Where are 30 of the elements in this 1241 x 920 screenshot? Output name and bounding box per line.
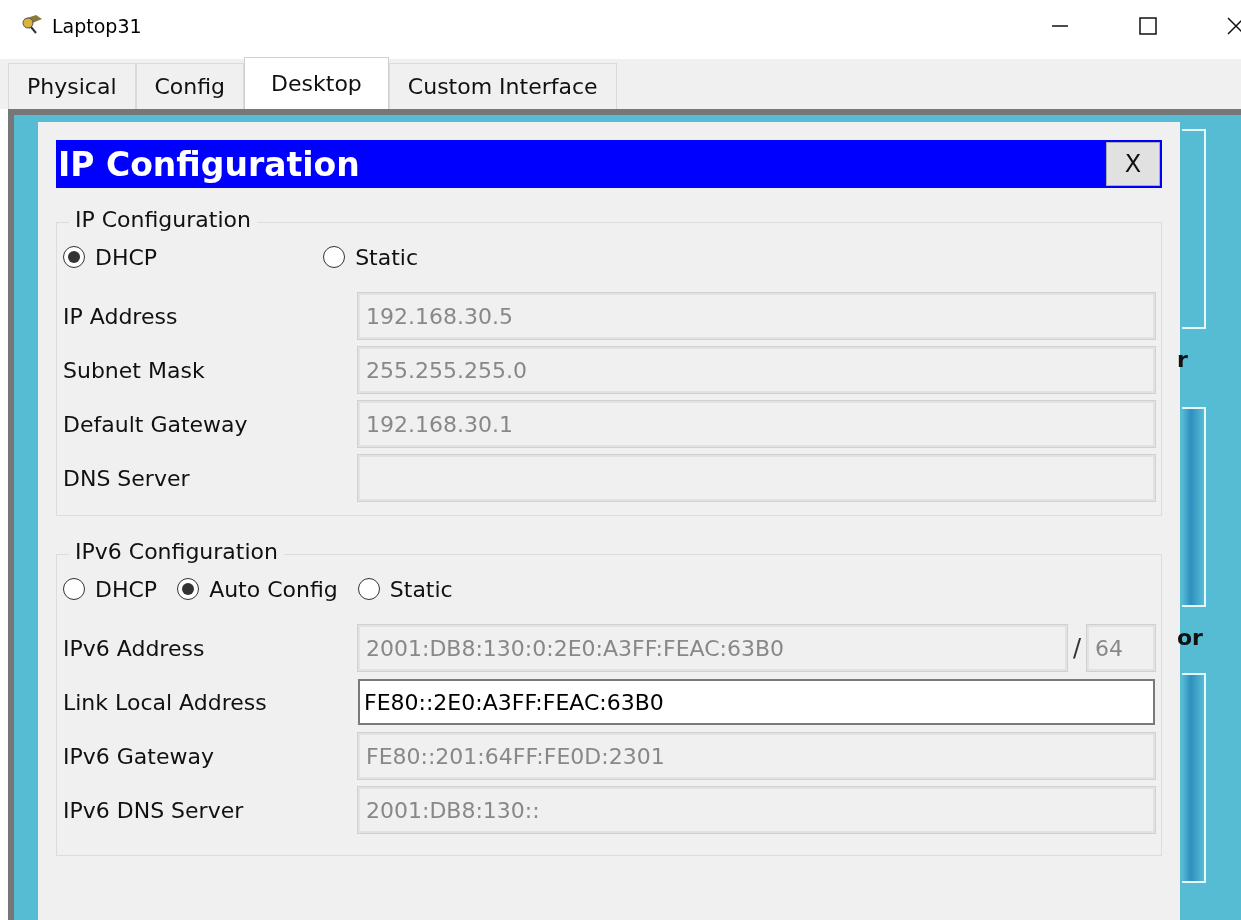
prefix-separator: / — [1072, 634, 1081, 662]
tab[interactable]: Physical — [8, 63, 136, 109]
field-label: Subnet Mask — [63, 357, 206, 383]
radio-icon[interactable] — [63, 578, 85, 600]
field-label: IPv6 Address — [63, 635, 206, 661]
field-label: Link Local Address — [63, 689, 268, 715]
field-label: Default Gateway — [63, 411, 249, 437]
window-title: Laptop31 — [52, 15, 142, 37]
input-field[interactable]: FE80::2E0:A3FF:FEAC:63B0 — [358, 679, 1155, 725]
radio-option[interactable]: DHCP — [63, 576, 158, 602]
field-label: DNS Server — [63, 465, 191, 491]
close-icon[interactable] — [1226, 16, 1241, 36]
dialog-title: IP Configuration — [58, 144, 360, 184]
radio-icon[interactable] — [357, 578, 380, 600]
field-label: IP Address — [63, 303, 179, 329]
radio-option[interactable]: Static — [323, 244, 419, 270]
close-button[interactable]: X — [1106, 142, 1160, 186]
radio-icon[interactable] — [323, 246, 346, 268]
tab[interactable]: Config — [135, 63, 245, 109]
radio-icon[interactable] — [177, 578, 200, 600]
laptop-icon — [20, 13, 44, 35]
tab[interactable]: Custom Interface — [388, 63, 617, 109]
maximize-icon[interactable] — [1138, 16, 1158, 36]
radio-option[interactable]: DHCP — [63, 244, 158, 270]
radio-option[interactable]: Static — [357, 576, 453, 602]
tab[interactable]: Desktop — [244, 57, 389, 109]
field-label: IPv6 Gateway — [63, 743, 215, 769]
field-label: IPv6 DNS Server — [63, 797, 245, 823]
radio-icon[interactable] — [63, 246, 85, 268]
radio-option[interactable]: Auto Config — [177, 576, 338, 602]
